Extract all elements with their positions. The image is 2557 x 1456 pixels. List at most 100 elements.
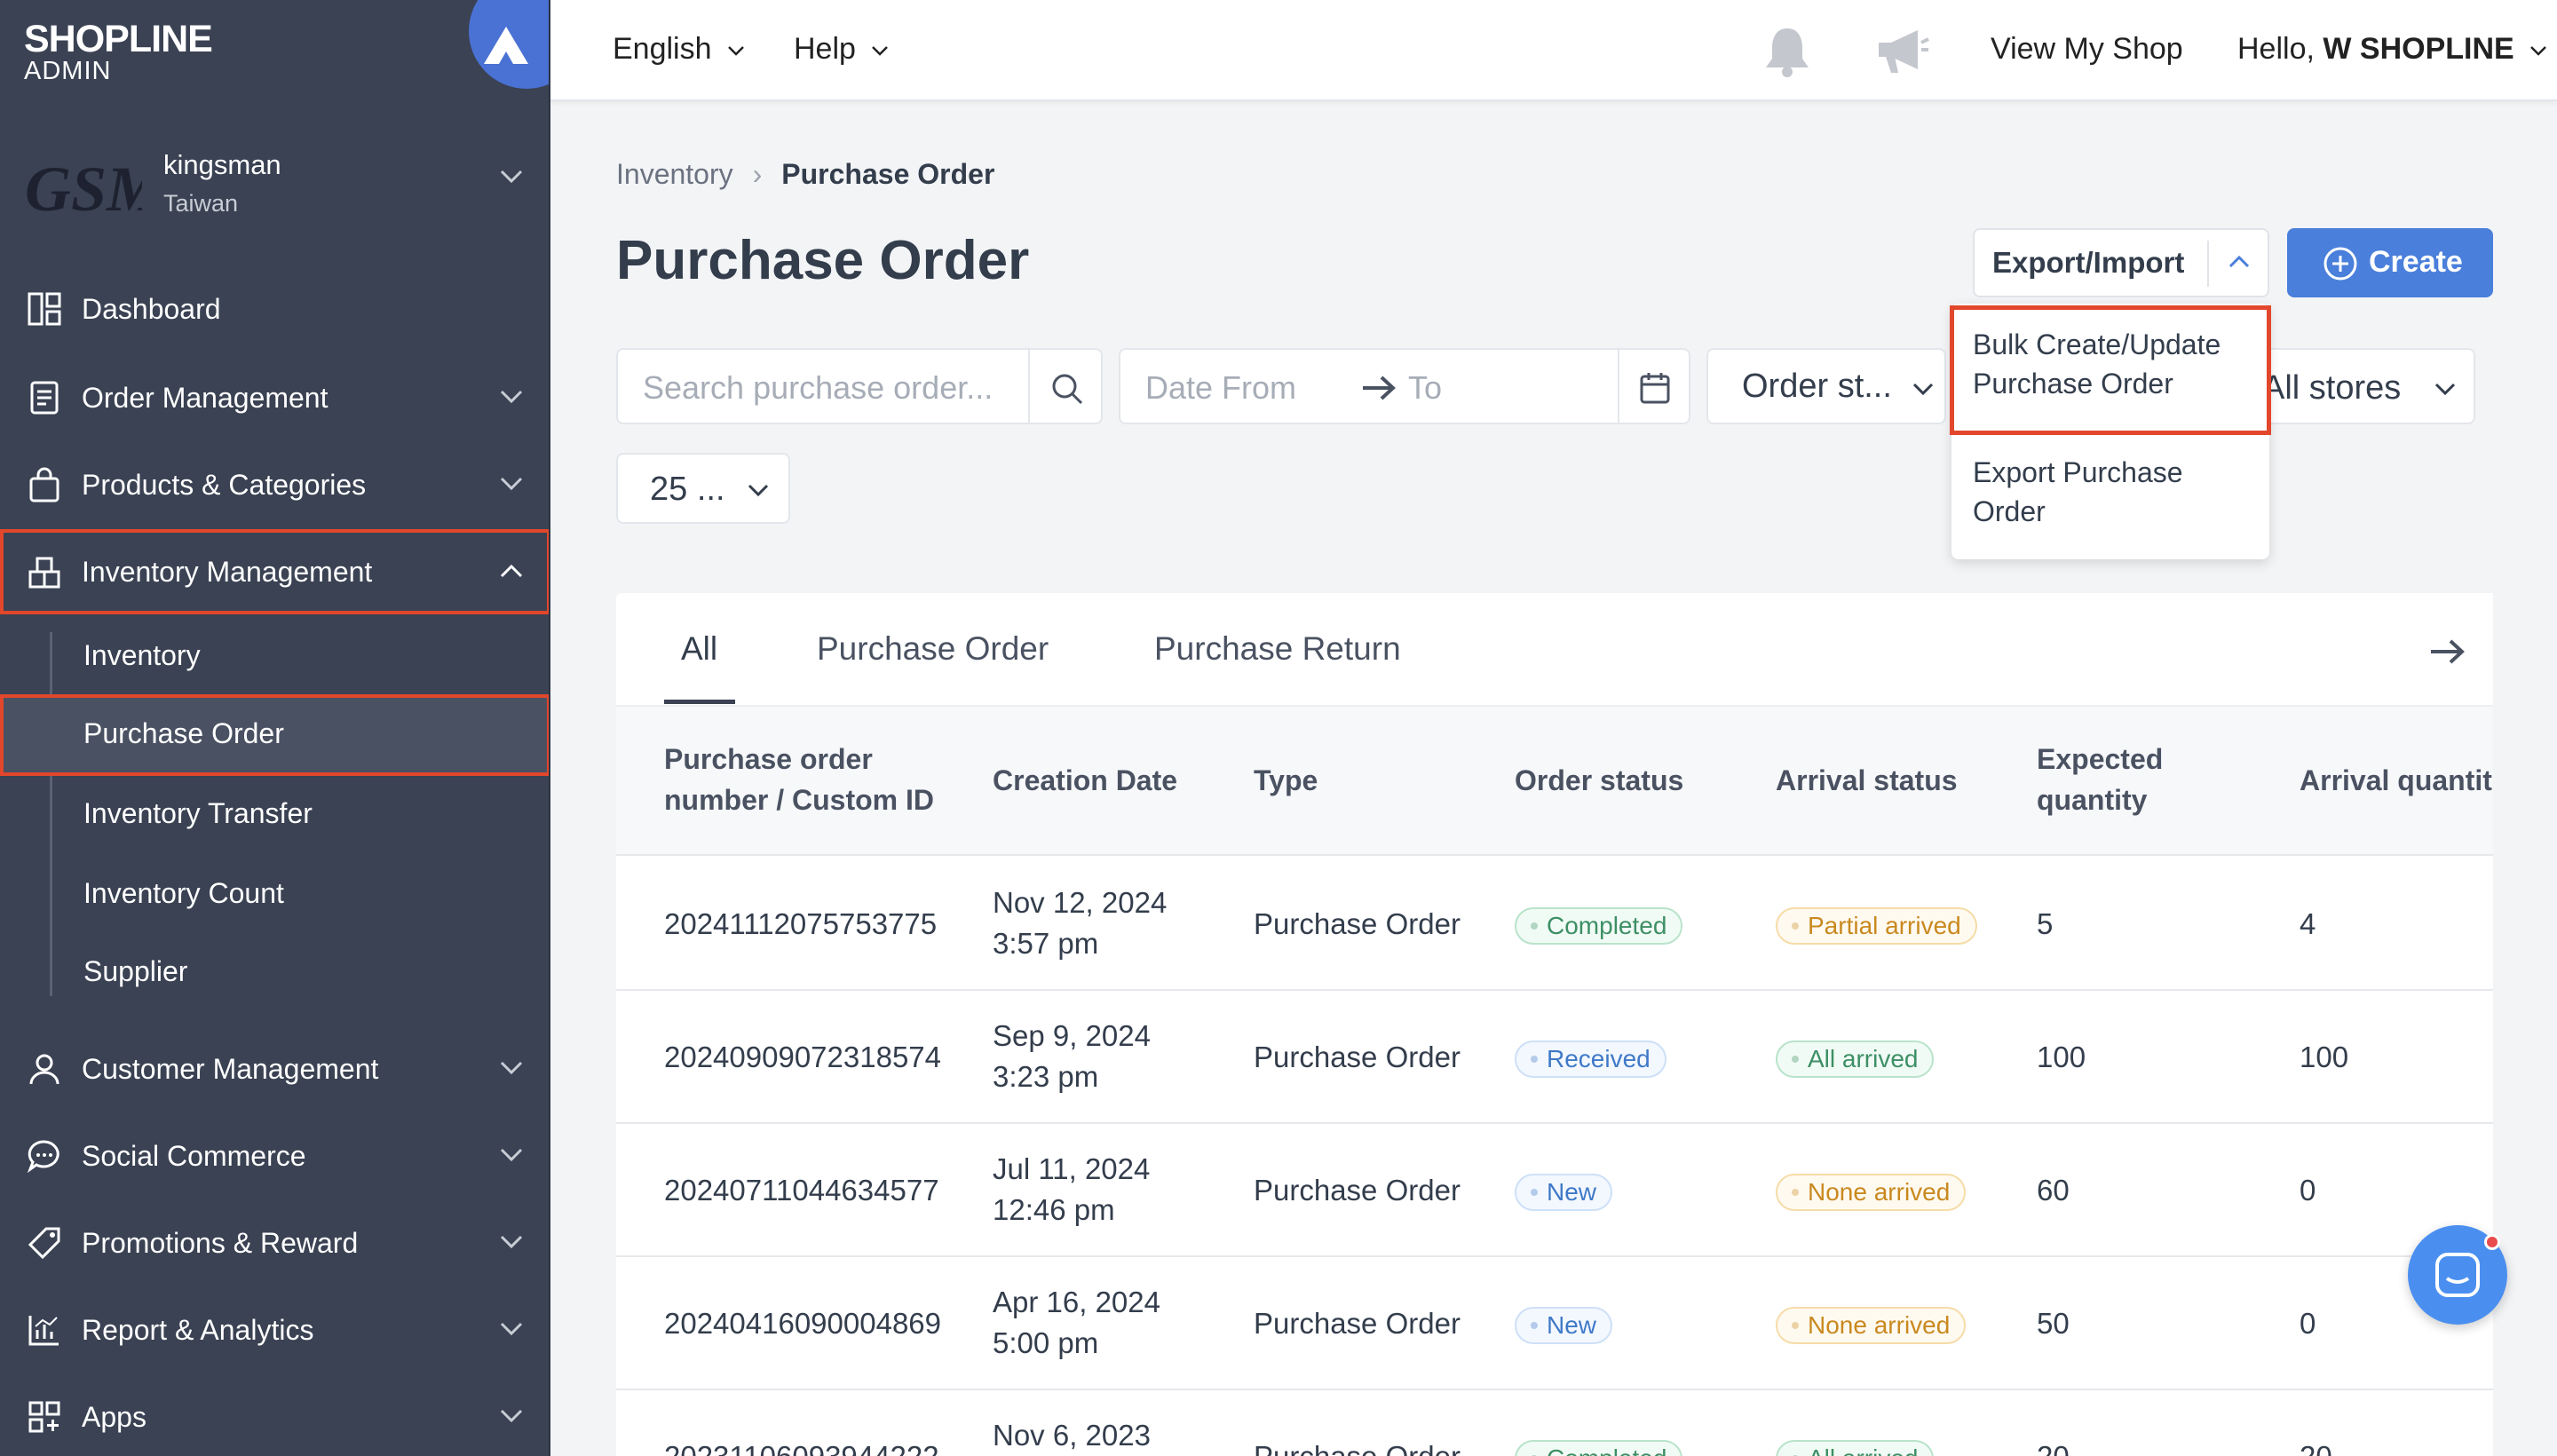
column-header-type[interactable]: Type xyxy=(1254,760,1318,801)
create-button[interactable]: Create xyxy=(2287,228,2493,297)
export-import-dropdown: Bulk Create/Update Purchase Order Export… xyxy=(1950,304,2271,559)
help-label: Help xyxy=(794,32,856,66)
sidebar-item-inventory-management[interactable]: Inventory Management xyxy=(0,529,549,614)
table-row[interactable]: 20240711044634577 Jul 11, 2024 12:46 pm … xyxy=(616,1124,2493,1257)
chevron-down-icon xyxy=(748,484,769,497)
table-row[interactable]: 20231106093944222 Nov 6, 2023 Purchase O… xyxy=(616,1390,2493,1456)
chat-widget-button[interactable] xyxy=(2408,1225,2507,1325)
language-selector[interactable]: English xyxy=(613,32,745,67)
sidebar-item-social-commerce[interactable]: Social Commerce xyxy=(0,1113,549,1199)
chevron-down-icon xyxy=(2434,383,2456,396)
column-header-arrival-qty[interactable]: Arrival quantit xyxy=(2300,760,2492,801)
column-header-arrival-status[interactable]: Arrival status xyxy=(1776,760,1958,801)
calendar-icon[interactable] xyxy=(1639,371,1671,405)
page-size-select[interactable]: 25 ... xyxy=(616,453,790,524)
order-type: Purchase Order xyxy=(1254,907,1461,940)
export-import-button[interactable]: Export/Import xyxy=(1973,228,2269,297)
sidebar-item-promotions[interactable]: Promotions & Reward xyxy=(0,1200,549,1286)
sidebar-subitem-supplier[interactable]: Supplier xyxy=(0,932,549,1012)
column-header-expected[interactable]: Expected quantity xyxy=(2037,739,2197,820)
store-region: Taiwan xyxy=(163,190,239,217)
arrival-status-badge: None arrived xyxy=(1776,1307,1967,1344)
store-select-value: All stores xyxy=(2262,369,2402,407)
order-status-select[interactable]: Order st... xyxy=(1706,348,1946,424)
order-number[interactable]: 20241112075753775 xyxy=(664,904,937,945)
order-status-badge: Received xyxy=(1515,1041,1666,1078)
brand-logo[interactable]: SHOPLINE ADMIN xyxy=(0,0,549,99)
creation-date: Nov 12, 2024 xyxy=(993,886,1168,919)
sidebar-subitem-label: Supplier xyxy=(83,955,188,987)
arrival-quantity: 4 xyxy=(2300,907,2316,940)
view-my-shop-link[interactable]: View My Shop xyxy=(1991,32,2183,67)
sidebar-subitem-label: Purchase Order xyxy=(83,717,284,749)
tab-purchase-return[interactable]: Purchase Return xyxy=(1154,630,1401,668)
store-name: kingsman xyxy=(163,149,281,180)
brand-name: SHOPLINE xyxy=(24,18,213,60)
order-status-badge: New xyxy=(1515,1174,1613,1211)
arrival-quantity: 0 xyxy=(2300,1174,2316,1207)
column-header-order-status[interactable]: Order status xyxy=(1515,760,1683,801)
sidebar-subitem-purchase-order[interactable]: Purchase Order xyxy=(0,694,549,776)
megaphone-icon[interactable] xyxy=(1873,25,1930,78)
table-row[interactable]: 20241112075753775 Nov 12, 2024 3:57 pm P… xyxy=(616,858,2493,991)
search-input[interactable]: Search purchase order... xyxy=(616,348,1103,424)
user-menu[interactable]: Hello, W SHOPLINE xyxy=(2237,32,2547,67)
tab-purchase-order[interactable]: Purchase Order xyxy=(817,630,1049,668)
create-label: Create xyxy=(2369,245,2463,279)
arrival-status-badge: Partial arrived xyxy=(1776,907,1977,945)
sidebar-item-apps[interactable]: Apps xyxy=(0,1374,549,1456)
bulk-create-update-option[interactable]: Bulk Create/Update Purchase Order xyxy=(1950,305,2271,435)
column-header-number[interactable]: Purchase order number / Custom ID xyxy=(664,739,957,820)
sidebar-item-report[interactable]: Report & Analytics xyxy=(0,1287,549,1373)
column-header-date[interactable]: Creation Date xyxy=(993,760,1177,801)
search-placeholder: Search purchase order... xyxy=(643,369,994,406)
order-type: Purchase Order xyxy=(1254,1041,1461,1073)
sidebar-item-label: Customer Management xyxy=(82,1053,379,1085)
breadcrumb-parent[interactable]: Inventory xyxy=(616,158,733,190)
date-to-placeholder: To xyxy=(1408,369,1443,406)
creation-time: 5:00 pm xyxy=(993,1326,1099,1359)
sidebar-item-products[interactable]: Products & Categories xyxy=(0,442,549,527)
chevron-down-icon xyxy=(500,1148,523,1162)
order-number[interactable]: 20231106093944222 xyxy=(664,1436,939,1456)
help-menu[interactable]: Help xyxy=(794,32,889,67)
order-number[interactable]: 20240711044634577 xyxy=(664,1170,939,1211)
page-title: Purchase Order xyxy=(616,230,1030,291)
order-status-badge: New xyxy=(1515,1307,1613,1344)
sidebar-item-order-management[interactable]: Order Management xyxy=(0,355,549,440)
search-icon[interactable] xyxy=(1049,371,1085,407)
arrow-right-icon xyxy=(1363,376,1396,400)
date-range-picker[interactable]: Date From To xyxy=(1119,348,1690,424)
arrow-right-icon[interactable] xyxy=(2427,636,2466,668)
shopping-bag-icon xyxy=(29,467,59,502)
export-purchase-order-option[interactable]: Export Purchase Order xyxy=(1951,435,2269,552)
sidebar-subitem-inventory-count[interactable]: Inventory Count xyxy=(0,854,549,934)
arrival-status-badge: All arrived xyxy=(1776,1041,1935,1078)
chevron-up-icon xyxy=(2228,255,2250,268)
order-number[interactable]: 20240909072318574 xyxy=(664,1037,941,1078)
sidebar-item-customer-management[interactable]: Customer Management xyxy=(0,1026,549,1112)
chevron-up-icon xyxy=(500,564,523,578)
sidebar-item-label: Promotions & Reward xyxy=(82,1227,359,1259)
chevron-down-icon xyxy=(728,46,744,56)
sidebar-subitem-inventory-transfer[interactable]: Inventory Transfer xyxy=(0,774,549,854)
sidebar-subitem-inventory[interactable]: Inventory xyxy=(0,616,549,696)
table-row[interactable]: 20240416090004869 Apr 16, 2024 5:00 pm P… xyxy=(616,1257,2493,1390)
expected-quantity: 60 xyxy=(2037,1174,2070,1207)
table-row[interactable]: 20240909072318574 Sep 9, 2024 3:23 pm Pu… xyxy=(616,991,2493,1124)
order-type: Purchase Order xyxy=(1254,1436,1461,1456)
sidebar-item-dashboard[interactable]: Dashboard xyxy=(0,266,549,352)
tab-all[interactable]: All xyxy=(681,630,717,668)
active-tab-indicator xyxy=(664,700,735,704)
order-number[interactable]: 20240416090004869 xyxy=(664,1303,941,1344)
arrival-quantity: 100 xyxy=(2300,1041,2349,1073)
store-switcher[interactable]: GSM kingsman Taiwan xyxy=(0,131,549,233)
date-from-placeholder: Date From xyxy=(1145,369,1297,406)
chevron-down-icon xyxy=(500,390,523,404)
store-logo: GSM xyxy=(25,154,142,225)
chevron-down-icon xyxy=(500,1235,523,1249)
creation-time: 3:57 pm xyxy=(993,927,1099,960)
bell-icon[interactable] xyxy=(1762,25,1812,78)
arrival-quantity: 20 xyxy=(2300,1436,2332,1456)
order-status-badge: Completed xyxy=(1515,907,1683,945)
